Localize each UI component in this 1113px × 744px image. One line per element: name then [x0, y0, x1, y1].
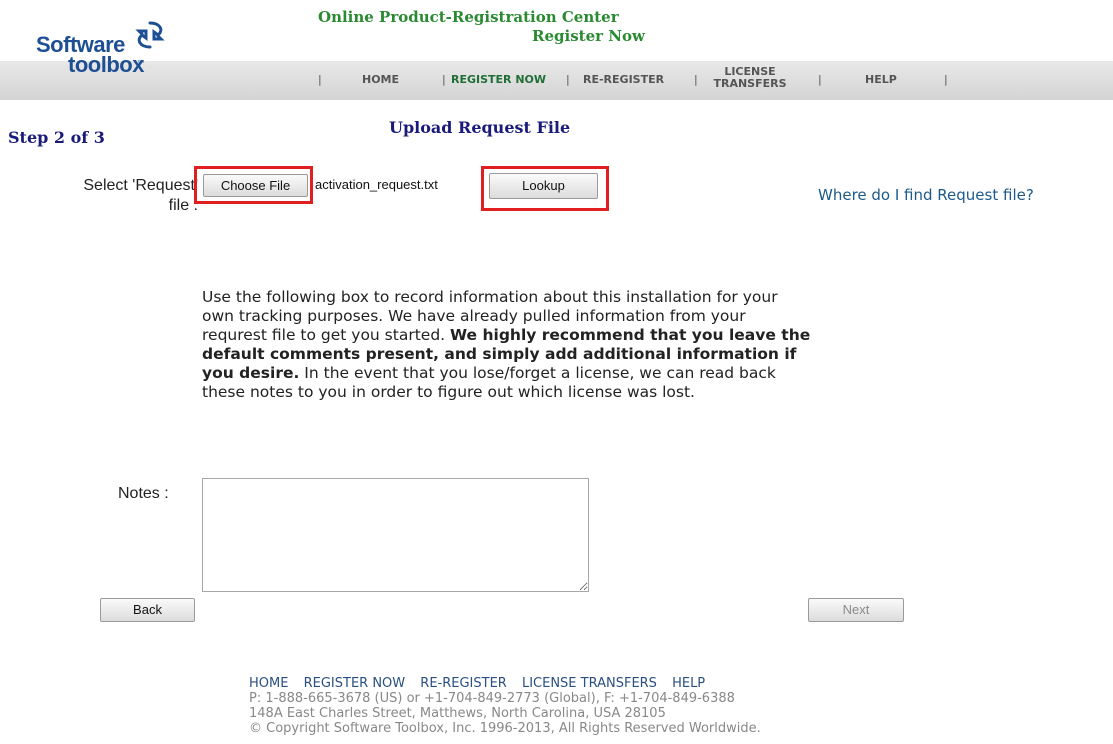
nav-separator: |	[566, 73, 570, 86]
next-button: Next	[808, 598, 904, 622]
lookup-button[interactable]: Lookup	[489, 173, 598, 199]
footer-copyright: © Copyright Software Toolbox, Inc. 1996-…	[249, 721, 761, 736]
site-subtitle: Register Now	[532, 27, 645, 45]
footer-links: HOME REGISTER NOW RE-REGISTER LICENSE TR…	[249, 676, 761, 691]
site-footer: HOME REGISTER NOW RE-REGISTER LICENSE TR…	[249, 676, 761, 736]
footer-link-help[interactable]: HELP	[672, 676, 705, 691]
nav-separator: |	[944, 73, 948, 86]
nav-item-help[interactable]: HELP	[865, 73, 897, 86]
nav-separator: |	[442, 73, 446, 86]
logo-arrows-icon	[135, 21, 165, 49]
page-title: Upload Request File	[389, 118, 571, 137]
footer-link-re-register[interactable]: RE-REGISTER	[420, 676, 507, 691]
footer-phone: P: 1-888-665-3678 (US) or +1-704-849-277…	[249, 691, 735, 706]
nav-item-license-transfers[interactable]: LICENSE TRANSFERS	[710, 66, 790, 90]
site-title: Online Product-Registration Center	[318, 8, 619, 26]
nav-separator: |	[318, 73, 322, 86]
nav-item-re-register[interactable]: RE-REGISTER	[583, 73, 664, 86]
nav-separator: |	[818, 73, 822, 86]
request-file-label: Select 'Request' file :	[36, 176, 198, 216]
footer-link-home[interactable]: HOME	[249, 676, 288, 691]
notes-instructions: Use the following box to record informat…	[202, 288, 812, 402]
footer-address: 148A East Charles Street, Matthews, Nort…	[249, 706, 666, 721]
notes-label: Notes :	[118, 485, 169, 502]
site-header: Software toolbox ™ Online Product-Regist…	[0, 0, 1113, 100]
footer-link-license-transfers[interactable]: LICENSE TRANSFERS	[522, 676, 657, 691]
nav-item-home[interactable]: HOME	[362, 73, 399, 86]
find-request-file-link[interactable]: Where do I find Request file?	[818, 186, 1034, 204]
nav-item-register-now[interactable]: REGISTER NOW	[451, 73, 546, 86]
request-file-label-line-1: Select 'Request'	[83, 177, 198, 194]
request-file-label-line-2: file :	[168, 197, 198, 214]
nav-transfers-label: TRANSFERS	[713, 77, 787, 90]
selected-filename: activation_request.txt	[315, 177, 438, 192]
footer-link-register-now[interactable]: REGISTER NOW	[304, 676, 406, 691]
step-indicator: Step 2 of 3	[8, 128, 105, 147]
main-nav: | HOME | REGISTER NOW | RE-REGISTER | LI…	[0, 61, 1113, 100]
back-button[interactable]: Back	[100, 598, 195, 622]
notes-textarea[interactable]	[202, 478, 589, 592]
nav-separator: |	[694, 73, 698, 86]
choose-file-button[interactable]: Choose File	[203, 174, 308, 197]
